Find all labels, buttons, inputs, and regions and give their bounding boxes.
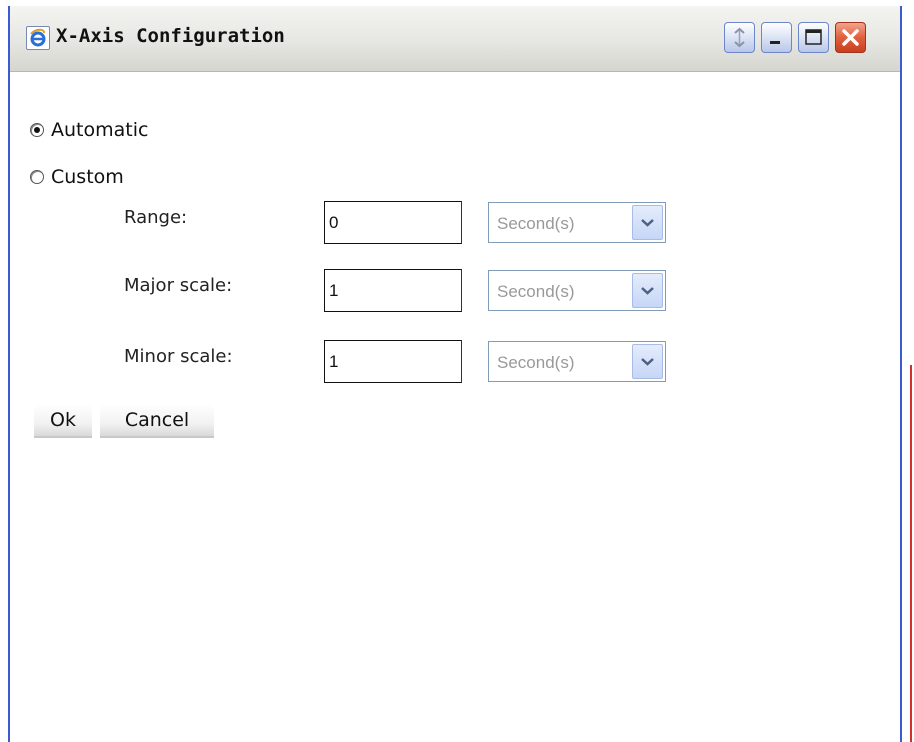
refresh-icon bbox=[734, 27, 745, 48]
title-bar[interactable]: X-Axis Configuration bbox=[10, 6, 900, 72]
automatic-option[interactable]: Automatic bbox=[30, 117, 148, 143]
ie-icon bbox=[26, 26, 50, 50]
window-title: X-Axis Configuration bbox=[56, 25, 285, 47]
chevron-down-icon[interactable] bbox=[632, 344, 663, 379]
close-icon bbox=[842, 29, 859, 46]
automatic-label: Automatic bbox=[51, 119, 149, 141]
minor-scale-unit-select[interactable]: Second(s) bbox=[488, 341, 666, 382]
minimize-icon bbox=[770, 41, 780, 44]
ok-button[interactable]: Ok bbox=[34, 404, 92, 438]
major-scale-unit-select[interactable]: Second(s) bbox=[488, 270, 666, 311]
major-scale-input[interactable]: 1 bbox=[324, 269, 462, 312]
range-input[interactable]: 0 bbox=[324, 201, 462, 244]
refresh-button[interactable] bbox=[724, 22, 755, 53]
dialog-content: Automatic Custom Range: 0 Second(s) Majo… bbox=[10, 72, 900, 742]
chevron-down-icon[interactable] bbox=[632, 273, 663, 308]
close-button[interactable] bbox=[835, 22, 866, 53]
range-unit-select[interactable]: Second(s) bbox=[488, 202, 666, 243]
custom-option[interactable]: Custom bbox=[30, 164, 124, 190]
major-scale-unit-value: Second(s) bbox=[497, 282, 575, 301]
range-unit-value: Second(s) bbox=[497, 214, 575, 233]
maximize-icon bbox=[805, 29, 822, 45]
minimize-button[interactable] bbox=[761, 22, 792, 53]
window-edge-accent bbox=[910, 365, 912, 742]
custom-radio[interactable] bbox=[30, 170, 44, 184]
dialog-window: X-Axis Configuration Automatic Custom Ra… bbox=[8, 6, 902, 742]
minor-scale-label: Minor scale: bbox=[124, 346, 233, 367]
major-scale-label: Major scale: bbox=[124, 275, 233, 296]
automatic-radio[interactable] bbox=[30, 123, 44, 137]
range-label: Range: bbox=[124, 207, 188, 228]
cancel-button[interactable]: Cancel bbox=[100, 404, 214, 438]
minor-scale-input[interactable]: 1 bbox=[324, 340, 462, 383]
chevron-down-icon[interactable] bbox=[632, 205, 663, 240]
custom-label: Custom bbox=[51, 166, 124, 188]
minor-scale-unit-value: Second(s) bbox=[497, 353, 575, 372]
maximize-button[interactable] bbox=[798, 22, 829, 53]
